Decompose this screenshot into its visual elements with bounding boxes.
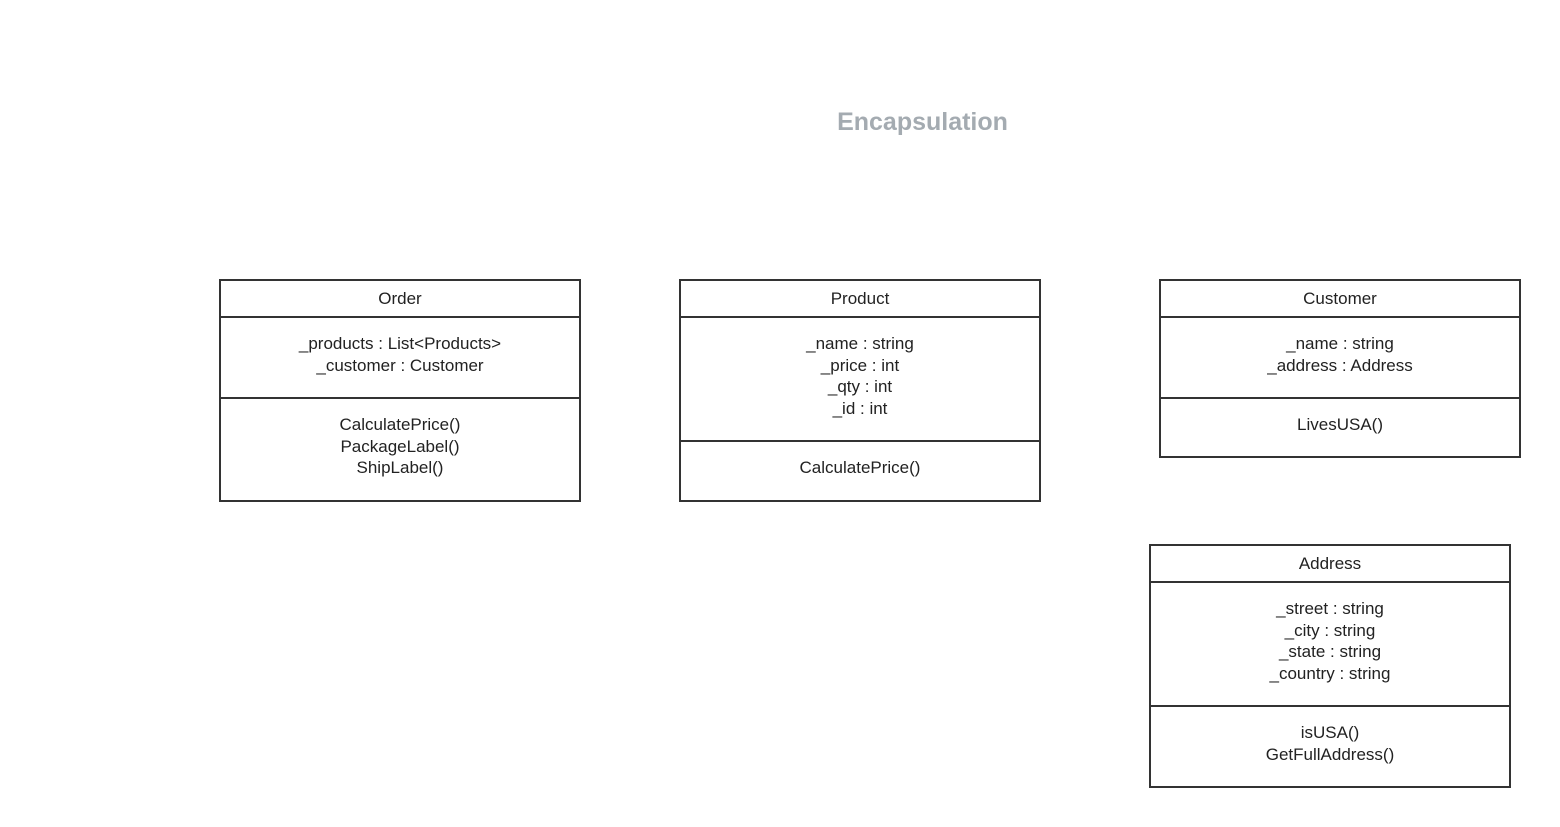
attributes-section: _products : List<Products> _customer : C… <box>221 318 579 399</box>
diagram-title: Encapsulation <box>837 108 1008 136</box>
class-name: Address <box>1151 546 1509 583</box>
attributes-section: _name : string _price : int _qty : int _… <box>681 318 1039 442</box>
method: GetFullAddress() <box>1265 744 1395 764</box>
methods-section: CalculatePrice() <box>681 442 1039 479</box>
attribute: _name : string <box>1286 334 1394 353</box>
attribute: _address : Address <box>1267 355 1413 375</box>
attributes-section: _name : string _address : Address <box>1161 318 1519 399</box>
methods-section: CalculatePrice() PackageLabel() ShipLabe… <box>221 399 579 479</box>
class-box-customer: Customer _name : string _address : Addre… <box>1159 279 1521 458</box>
methods-section: LivesUSA() <box>1161 399 1519 436</box>
attribute: _id : int <box>832 399 888 419</box>
class-box-address: Address _street : string _city : string … <box>1149 544 1511 788</box>
attribute: _name : string <box>806 334 914 353</box>
attribute: _price : int <box>820 355 900 375</box>
class-box-order: Order _products : List<Products> _custom… <box>219 279 581 502</box>
class-name: Customer <box>1161 281 1519 318</box>
method: ShipLabel() <box>356 458 444 478</box>
attribute: _city : string <box>1284 620 1376 640</box>
attribute: _state : string <box>1278 642 1382 662</box>
attribute: _customer : Customer <box>316 355 484 375</box>
methods-section: isUSA() GetFullAddress() <box>1151 707 1509 765</box>
class-name: Product <box>681 281 1039 318</box>
attribute: _country : string <box>1269 664 1391 684</box>
class-name: Order <box>221 281 579 318</box>
attribute: _qty : int <box>827 377 893 397</box>
method: isUSA() <box>1300 723 1360 742</box>
attributes-section: _street : string _city : string _state :… <box>1151 583 1509 707</box>
method: PackageLabel() <box>340 436 460 456</box>
method: CalculatePrice() <box>339 415 461 434</box>
attribute: _street : string <box>1276 599 1384 618</box>
class-box-product: Product _name : string _price : int _qty… <box>679 279 1041 502</box>
method: CalculatePrice() <box>799 458 921 477</box>
method: LivesUSA() <box>1297 415 1383 434</box>
attribute: _products : List<Products> <box>298 334 502 353</box>
